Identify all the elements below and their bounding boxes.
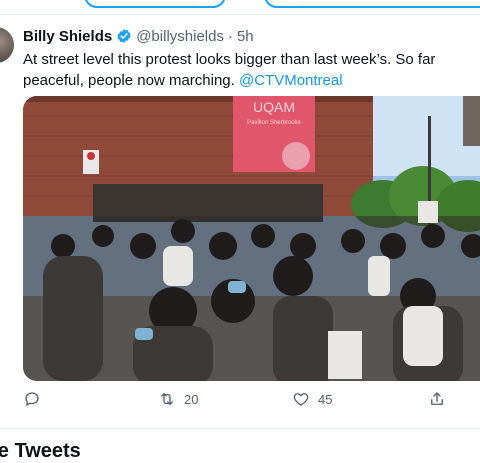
protest-scene-image: UQAM Pavillon Sherbrooke bbox=[23, 96, 480, 381]
author-name[interactable]: Billy Shields bbox=[23, 28, 112, 45]
heart-icon bbox=[293, 393, 309, 406]
mention-link[interactable]: @CTVMontreal bbox=[239, 72, 343, 89]
section-heading: re Tweets bbox=[0, 440, 81, 462]
reply-button[interactable] bbox=[23, 390, 49, 408]
top-button-right[interactable] bbox=[264, 0, 480, 8]
retweet-count: 20 bbox=[184, 391, 199, 407]
banner-subtext: Pavillon Sherbrooke bbox=[247, 120, 301, 126]
tweet-actions: 20 45 bbox=[0, 390, 480, 414]
like-count: 45 bbox=[318, 391, 333, 407]
tweet-text: At street level this protest looks bigge… bbox=[23, 49, 480, 91]
verified-badge-icon bbox=[116, 28, 132, 44]
tweet-timestamp[interactable]: 5h bbox=[237, 28, 254, 45]
avatar[interactable] bbox=[0, 27, 14, 63]
like-button[interactable]: 45 bbox=[292, 390, 332, 408]
top-button-left[interactable] bbox=[84, 0, 226, 8]
divider-top bbox=[0, 14, 480, 15]
tweet-header: Billy Shields @billyshields · 5h bbox=[23, 27, 254, 45]
divider-bottom bbox=[0, 428, 480, 429]
author-handle[interactable]: @billyshields bbox=[136, 28, 224, 45]
tweet-text-line2: peaceful, people now marching. bbox=[23, 72, 239, 89]
separator-dot: · bbox=[227, 27, 233, 45]
retweet-button[interactable]: 20 bbox=[158, 390, 198, 408]
tweet-video[interactable]: UQAM Pavillon Sherbrooke bbox=[23, 96, 480, 381]
retweet-icon bbox=[161, 393, 173, 405]
share-button[interactable] bbox=[428, 390, 446, 408]
banner-text: UQAM bbox=[253, 99, 295, 115]
share-icon bbox=[431, 392, 443, 405]
reply-icon bbox=[25, 392, 39, 406]
tweet-text-line1: At street level this protest looks bigge… bbox=[23, 51, 436, 68]
